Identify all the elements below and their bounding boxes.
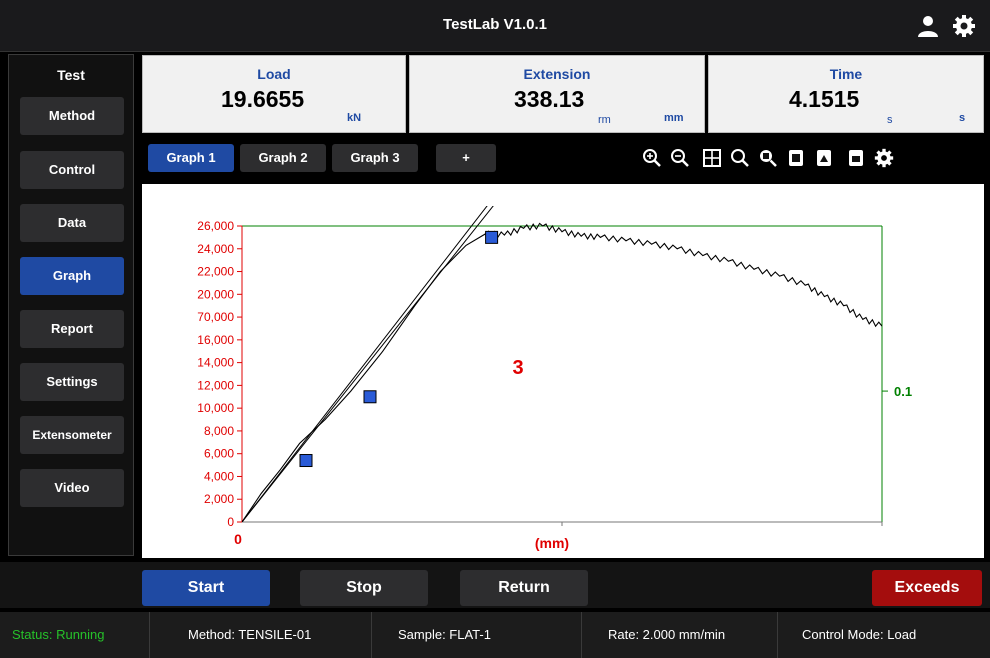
add-graph-tab-button[interactable]: + bbox=[436, 144, 496, 172]
return-button[interactable]: Return bbox=[460, 570, 588, 606]
extension-sub-unit: rm bbox=[598, 114, 611, 126]
sidebar-header: Test bbox=[57, 67, 85, 83]
chart-annotation: 3 bbox=[512, 357, 523, 379]
sidebar-item-label: Method bbox=[48, 108, 96, 123]
sidebar-item-label: Control bbox=[48, 162, 96, 177]
exceeds-button[interactable]: Exceeds bbox=[872, 570, 982, 606]
readouts-panel: Load 19.6655 kN Extension 338.13 rm mm T… bbox=[142, 55, 984, 133]
sidebar-item-label: Settings bbox=[46, 374, 98, 389]
y-tick-label: 70,000 bbox=[197, 310, 234, 324]
load-extension-curve bbox=[242, 222, 882, 522]
sidebar: Test Method Control Data Graph Report Se… bbox=[8, 54, 134, 556]
gear-icon[interactable] bbox=[952, 14, 976, 38]
stop-button[interactable]: Stop bbox=[300, 570, 428, 606]
sidebar-item-label: Graph bbox=[52, 268, 92, 283]
status-text: Status: Running bbox=[0, 612, 150, 658]
rate-text: Rate: 2.000 mm/min bbox=[582, 612, 778, 658]
tab-graph-1[interactable]: Graph 1 bbox=[148, 144, 234, 172]
title-bar: TestLab V1.0.1 bbox=[0, 0, 990, 52]
time-readout: Time 4.1515 s s bbox=[708, 55, 984, 133]
time-unit: s bbox=[959, 112, 966, 124]
sidebar-item-extensometer[interactable]: Extensometer bbox=[20, 416, 124, 454]
extension-value: 338.13 bbox=[514, 86, 585, 112]
zoom-icon[interactable] bbox=[730, 148, 750, 168]
y-tick-label: 8,000 bbox=[204, 424, 234, 438]
sidebar-item-settings[interactable]: Settings bbox=[20, 363, 124, 401]
load-label: Load bbox=[257, 66, 291, 82]
graph-panel[interactable]: 0 2,000 4,000 6,000 8,000 10,000 12,000 14,000 1… bbox=[142, 184, 984, 558]
sidebar-item-method[interactable]: Method bbox=[20, 97, 124, 135]
app-title: TestLab V1.0.1 bbox=[443, 16, 547, 33]
method-text: Method: TENSILE-01 bbox=[150, 612, 372, 658]
y-tick-label: 4,000 bbox=[204, 469, 234, 483]
grid-icon[interactable] bbox=[702, 148, 722, 168]
extension-label: Extension bbox=[523, 66, 591, 82]
zoom-region-icon[interactable] bbox=[758, 148, 778, 168]
data-marker bbox=[363, 390, 377, 404]
zoom-in-icon[interactable] bbox=[642, 148, 662, 168]
load-value: 19.6655 bbox=[221, 86, 305, 112]
sidebar-item-video[interactable]: Video bbox=[20, 469, 124, 507]
modulus-line-2 bbox=[242, 206, 488, 522]
user-icon[interactable] bbox=[916, 14, 940, 38]
y-tick-label: 6,000 bbox=[204, 447, 234, 461]
tab-graph-3[interactable]: Graph 3 bbox=[332, 144, 418, 172]
y-tick-label: 2,000 bbox=[204, 492, 234, 506]
x-origin-label: 0 bbox=[234, 531, 242, 547]
time-sub-unit: s bbox=[887, 114, 893, 126]
sample-text: Sample: FLAT-1 bbox=[372, 612, 582, 658]
action-bar: Start Stop Return Exceeds bbox=[0, 562, 990, 608]
time-value: 4.1515 bbox=[789, 86, 860, 112]
x-axis-label: (mm) bbox=[535, 535, 569, 551]
sidebar-item-label: Video bbox=[54, 480, 90, 495]
tab-graph-2[interactable]: Graph 2 bbox=[240, 144, 326, 172]
control-mode-text: Control Mode: Load bbox=[802, 627, 917, 642]
y-tick-label: 14,000 bbox=[197, 356, 234, 370]
load-unit: kN bbox=[347, 112, 362, 124]
status-bar: Status: Running Method: TENSILE-01 Sampl… bbox=[0, 612, 990, 658]
zoom-out-icon[interactable] bbox=[670, 148, 690, 168]
print-icon[interactable] bbox=[814, 148, 834, 168]
load-readout: Load 19.6655 kN bbox=[142, 55, 406, 133]
y-tick-label: 20,000 bbox=[197, 287, 234, 301]
sidebar-item-label: Report bbox=[51, 321, 93, 336]
sidebar-item-label: Extensometer bbox=[32, 428, 112, 442]
graph-toolbar: Graph 1 Graph 2 Graph 3 + bbox=[142, 140, 984, 174]
sidebar-item-data[interactable]: Data bbox=[20, 204, 124, 242]
y-tick-label: 16,000 bbox=[197, 333, 234, 347]
sidebar-item-label: Data bbox=[57, 215, 87, 230]
start-button[interactable]: Start bbox=[142, 570, 270, 606]
graph-settings-icon[interactable] bbox=[874, 148, 894, 168]
load-extension-chart: 0 2,000 4,000 6,000 8,000 10,000 12,000 14,000 1… bbox=[197, 206, 912, 551]
sidebar-item-graph[interactable]: Graph bbox=[20, 257, 124, 295]
data-marker bbox=[299, 454, 313, 468]
extension-unit: mm bbox=[664, 112, 684, 124]
y-tick-label: 26,000 bbox=[197, 219, 234, 233]
save-icon[interactable] bbox=[846, 148, 866, 168]
data-marker bbox=[485, 230, 499, 244]
y-tick-label: 10,000 bbox=[197, 401, 234, 415]
y-tick-label: 24,000 bbox=[197, 242, 234, 256]
modulus-line-1 bbox=[242, 206, 494, 522]
sidebar-item-report[interactable]: Report bbox=[20, 310, 124, 348]
right-axis-tick-label: 0.1 bbox=[894, 384, 912, 399]
y-tick-label: 12,000 bbox=[197, 378, 234, 392]
y-tick-label: 22,000 bbox=[197, 265, 234, 279]
sidebar-item-control[interactable]: Control bbox=[20, 151, 124, 189]
y-tick-label: 0 bbox=[227, 515, 234, 529]
export-icon[interactable] bbox=[786, 148, 806, 168]
extension-readout: Extension 338.13 rm mm bbox=[409, 55, 705, 133]
time-label: Time bbox=[829, 66, 863, 82]
